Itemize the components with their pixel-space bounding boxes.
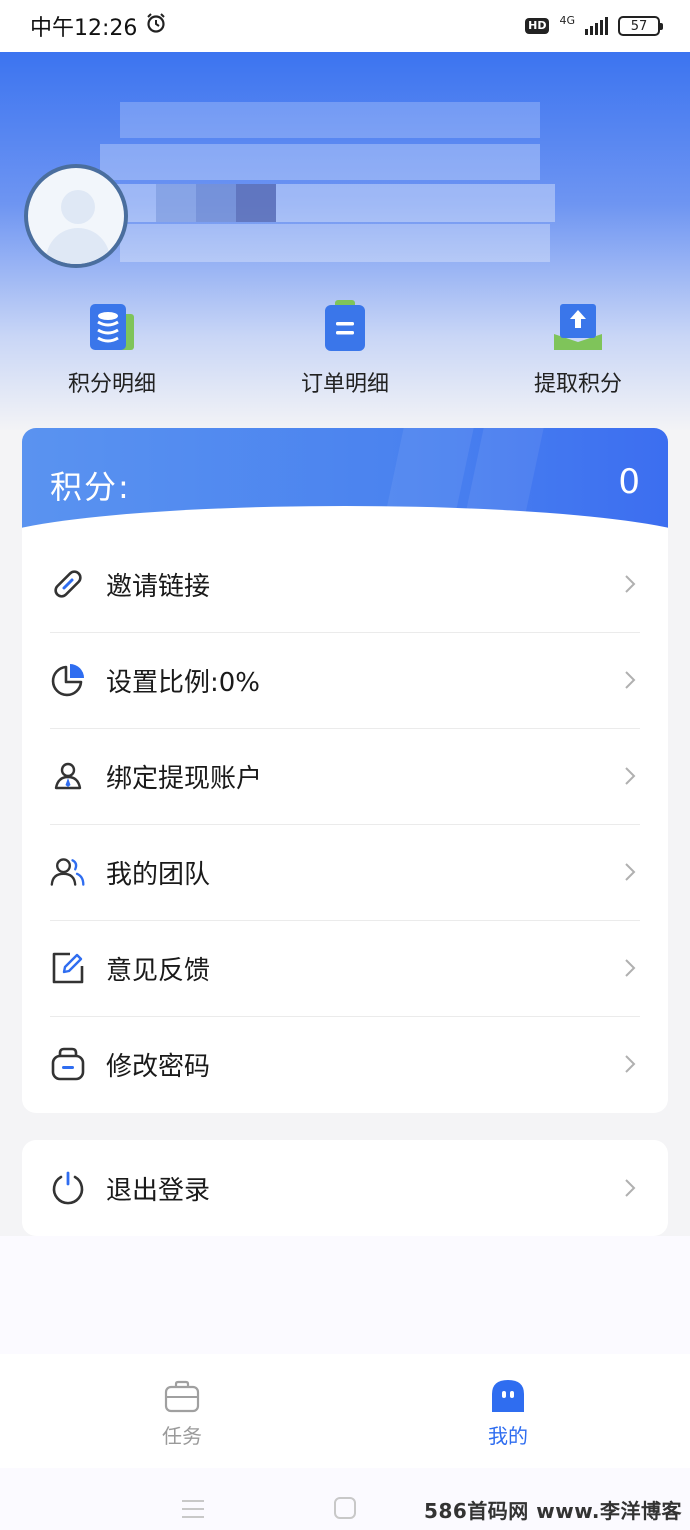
upload-icon xyxy=(548,300,608,356)
logout-button[interactable]: 退出登录 xyxy=(50,1140,640,1236)
redacted-area xyxy=(236,184,276,222)
system-nav-bar: 586首码网 www.李洋博客 xyxy=(0,1468,690,1530)
briefcase-icon xyxy=(164,1378,200,1414)
pie-chart-icon xyxy=(50,662,86,698)
redacted-area xyxy=(120,102,540,138)
signal-icon xyxy=(585,17,608,35)
points-value: 0 xyxy=(618,462,640,502)
status-bar: 中午12:26 HD 4G 57 xyxy=(0,0,690,52)
chevron-right-icon xyxy=(620,574,640,594)
points-card: 积分: 0 xyxy=(22,428,668,536)
menu-item-label: 邀请链接 xyxy=(106,571,211,602)
menu-item-label: 修改密码 xyxy=(106,1051,211,1082)
avatar[interactable] xyxy=(24,164,128,268)
status-left: 中午12:26 xyxy=(30,10,167,42)
power-icon xyxy=(50,1170,86,1206)
tab-tasks[interactable]: 任务 xyxy=(122,1378,242,1449)
alarm-icon xyxy=(145,12,167,40)
ghost-icon xyxy=(490,1378,526,1414)
bottom-tab-bar: 任务 我的 xyxy=(0,1354,690,1468)
chevron-right-icon xyxy=(620,670,640,690)
chevron-right-icon xyxy=(620,1178,640,1198)
menu-item-set-ratio[interactable]: 设置比例:0% xyxy=(50,632,640,728)
menu-item-bind-account[interactable]: 绑定提现账户 xyxy=(50,728,640,824)
redacted-area xyxy=(100,144,540,180)
hd-badge: HD xyxy=(525,18,550,34)
quick-action-label: 提取积分 xyxy=(533,372,622,397)
quick-action-label: 积分明细 xyxy=(67,372,156,397)
logout-card: 退出登录 xyxy=(22,1140,668,1236)
menu-item-my-team[interactable]: 我的团队 xyxy=(50,824,640,920)
menu-list: 邀请链接 设置比例:0% 绑定提现账户 我的团队 意见反馈 修改密码 xyxy=(22,536,668,1113)
chevron-right-icon xyxy=(620,958,640,978)
quick-action-order-detail[interactable]: 订单明细 xyxy=(265,300,425,398)
team-icon xyxy=(50,854,86,890)
chevron-right-icon xyxy=(620,862,640,882)
menu-item-invite-link[interactable]: 邀请链接 xyxy=(50,536,640,632)
menu-item-change-password[interactable]: 修改密码 xyxy=(50,1016,640,1112)
avatar-body xyxy=(46,228,110,264)
chevron-right-icon xyxy=(620,766,640,786)
status-right: HD 4G 57 xyxy=(525,13,663,36)
card-curve xyxy=(22,506,668,536)
chevron-right-icon xyxy=(620,1054,640,1074)
logout-label: 退出登录 xyxy=(106,1175,211,1206)
redacted-area xyxy=(196,184,236,222)
tab-label: 我的 xyxy=(488,1424,528,1448)
menu-item-label: 绑定提现账户 xyxy=(106,763,263,794)
menu-icon[interactable] xyxy=(180,1498,206,1524)
menu-item-feedback[interactable]: 意见反馈 xyxy=(50,920,640,1016)
quick-action-withdraw-points[interactable]: 提取积分 xyxy=(498,300,658,398)
clipboard-icon xyxy=(315,300,375,356)
edit-icon xyxy=(50,950,86,986)
database-icon xyxy=(82,300,142,356)
redacted-area xyxy=(156,184,196,222)
status-time: 中午12:26 xyxy=(30,16,138,41)
menu-item-label: 设置比例:0% xyxy=(106,667,261,698)
home-icon[interactable] xyxy=(333,1496,357,1524)
network-label: 4G xyxy=(559,13,575,27)
empty-area xyxy=(0,1236,690,1354)
menu-item-label: 我的团队 xyxy=(106,859,211,890)
menu-item-label: 意见反馈 xyxy=(106,955,211,986)
account-icon xyxy=(50,758,86,794)
tab-mine[interactable]: 我的 xyxy=(448,1378,568,1449)
tab-label: 任务 xyxy=(162,1424,202,1448)
redacted-area xyxy=(120,224,550,262)
points-label: 积分: xyxy=(50,468,131,506)
quick-action-points-detail[interactable]: 积分明细 xyxy=(32,300,192,398)
avatar-head xyxy=(61,190,95,224)
link-icon xyxy=(50,566,86,602)
lock-icon xyxy=(50,1046,86,1082)
watermark: 586首码网 www.李洋博客 xyxy=(424,1499,682,1523)
quick-action-label: 订单明细 xyxy=(300,372,389,397)
battery-indicator: 57 xyxy=(618,16,663,36)
